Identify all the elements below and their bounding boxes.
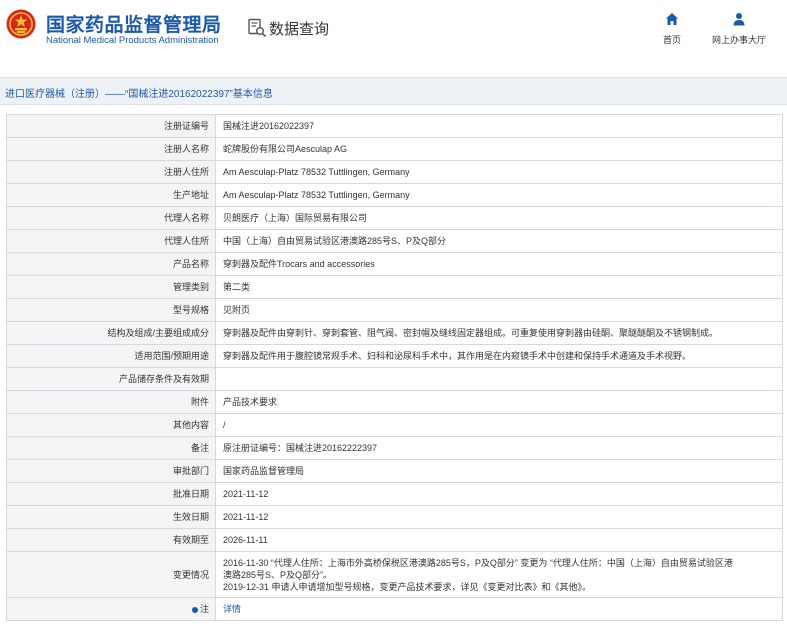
row-label: 管理类别 (6, 275, 216, 299)
table-row: 批准日期 2021-11-12 (6, 482, 783, 506)
details-link[interactable]: 详情 (223, 604, 241, 614)
home-icon (666, 13, 678, 25)
row-value: 详情 (215, 597, 783, 621)
site-header: 国家药品监督管理局 National Medical Products Admi… (0, 0, 787, 62)
nav-online-service-label: 网上办事大厅 (711, 35, 766, 45)
table-row: 注册人名称 蛇牌股份有限公司Aesculap AG (6, 137, 783, 161)
row-value (215, 367, 783, 391)
data-search-icon (248, 18, 267, 38)
table-row: 有效期至 2026-11-11 (6, 528, 783, 552)
change-line: 2016-11-30 “代理人住所：上海市外高桥保税区港澳路285号S，P及Q部… (223, 557, 733, 568)
row-value: 原注册证编号：国械注进20162222397 (215, 436, 783, 460)
row-label: 生产地址 (6, 183, 216, 207)
row-value: 贝朗医疗（上海）国际贸易有限公司 (215, 206, 783, 230)
row-value: Am Aesculap-Platz 78532 Tuttlingen, Germ… (215, 183, 783, 207)
row-label: 其他内容 (6, 413, 216, 437)
row-value: 第二类 (215, 275, 783, 299)
record-title-bar: 进口医疗器械（注册）——“国械注进20162022397”基本信息 (0, 77, 787, 105)
row-label: 变更情况 (6, 551, 216, 598)
row-value: 见附页 (215, 298, 783, 322)
row-value: / (215, 413, 783, 437)
row-label: 注册人住所 (6, 160, 216, 184)
row-label: 备注 (6, 436, 216, 460)
change-line: 2019-12-31 申请人申请增加型号规格，变更产品技术要求，详见《变更对比表… (223, 581, 592, 592)
table-row: 生产地址 Am Aesculap-Platz 78532 Tuttlingen,… (6, 183, 783, 207)
row-label: 代理人名称 (6, 206, 216, 230)
row-label: 注 (199, 604, 209, 614)
row-label: 产品名称 (6, 252, 216, 276)
table-row: 附件 产品技术要求 (6, 390, 783, 414)
row-label: 适用范围/预期用途 (6, 344, 216, 368)
row-label: 审批部门 (6, 459, 216, 483)
row-label: 型号规格 (6, 298, 216, 322)
note-label-cell: 注 (6, 597, 216, 621)
table-row: 管理类别 第二类 (6, 275, 783, 299)
row-value: 2026-11-11 (215, 528, 783, 552)
nav-home-link[interactable]: 首页 (659, 12, 685, 46)
table-row-change-history: 变更情况 2016-11-30 “代理人住所：上海市外高桥保税区港澳路285号S… (6, 551, 783, 598)
user-icon (733, 13, 745, 26)
page-heading: 数据查询 (269, 21, 330, 38)
table-row: 备注 原注册证编号：国械注进20162222397 (6, 436, 783, 460)
row-label: 批准日期 (6, 482, 216, 506)
table-row: 审批部门 国家药品监督管理局 (6, 459, 783, 483)
table-row: 型号规格 见附页 (6, 298, 783, 322)
row-value: 穿刺器及配件由穿刺针、穿刺套管、阻气阀、密封帽及缝线固定器组成。可重复使用穿刺器… (215, 321, 783, 345)
table-row: 产品名称 穿刺器及配件Trocars and accessories (6, 252, 783, 276)
row-value: 2021-11-12 (215, 505, 783, 529)
table-row: 其他内容 / (6, 413, 783, 437)
change-history-value: 2016-11-30 “代理人住所：上海市外高桥保税区港澳路285号S，P及Q部… (215, 551, 783, 598)
table-row: 产品储存条件及有效期 (6, 367, 783, 391)
row-value: 国家药品监督管理局 (215, 459, 783, 483)
row-label: 有效期至 (6, 528, 216, 552)
row-label: 附件 (6, 390, 216, 414)
table-row: 适用范围/预期用途 穿刺器及配件用于腹腔镜常规手术、妇科和泌尿科手术中，其作用是… (6, 344, 783, 368)
row-label: 代理人住所 (6, 229, 216, 253)
row-value: 穿刺器及配件用于腹腔镜常规手术、妇科和泌尿科手术中，其作用是在内窥镜手术中创建和… (215, 344, 783, 368)
row-label: 产品储存条件及有效期 (6, 367, 216, 391)
table-row-note: 注 详情 (6, 597, 783, 621)
device-detail-table: 注册证编号 国械注进20162022397 注册人名称 蛇牌股份有限公司Aesc… (6, 114, 783, 621)
row-label: 注册人名称 (6, 137, 216, 161)
row-value: 穿刺器及配件Trocars and accessories (215, 252, 783, 276)
table-row: 注册人住所 Am Aesculap-Platz 78532 Tuttlingen… (6, 160, 783, 184)
change-line: 澳路285号S、P及Q部分”。 (223, 569, 333, 580)
row-value: Am Aesculap-Platz 78532 Tuttlingen, Germ… (215, 160, 783, 184)
row-label: 结构及组成/主要组成成分 (6, 321, 216, 345)
table-row: 注册证编号 国械注进20162022397 (6, 114, 783, 138)
table-row: 代理人名称 贝朗医疗（上海）国际贸易有限公司 (6, 206, 783, 230)
agency-name-cn: 国家药品监督管理局 (46, 15, 222, 36)
agency-name-en: National Medical Products Administration (46, 35, 219, 46)
row-value: 产品技术要求 (215, 390, 783, 414)
row-label: 生效日期 (6, 505, 216, 529)
table-row: 生效日期 2021-11-12 (6, 505, 783, 529)
nav-online-service-link[interactable]: 网上办事大厅 (708, 12, 770, 46)
table-row: 结构及组成/主要组成成分 穿刺器及配件由穿刺针、穿刺套管、阻气阀、密封帽及缝线固… (6, 321, 783, 345)
pin-icon (191, 606, 198, 613)
row-value: 蛇牌股份有限公司Aesculap AG (215, 137, 783, 161)
row-value: 国械注进20162022397 (215, 114, 783, 138)
national-emblem-logo (6, 9, 36, 39)
nav-home-label: 首页 (662, 35, 681, 45)
row-value: 2021-11-12 (215, 482, 783, 506)
row-value: 中国（上海）自由贸易试验区港澳路285号S、P及Q部分 (215, 229, 783, 253)
breadcrumb: 进口医疗器械（注册）——“国械注进20162022397”基本信息 (5, 89, 273, 100)
table-row: 代理人住所 中国（上海）自由贸易试验区港澳路285号S、P及Q部分 (6, 229, 783, 253)
row-label: 注册证编号 (6, 114, 216, 138)
